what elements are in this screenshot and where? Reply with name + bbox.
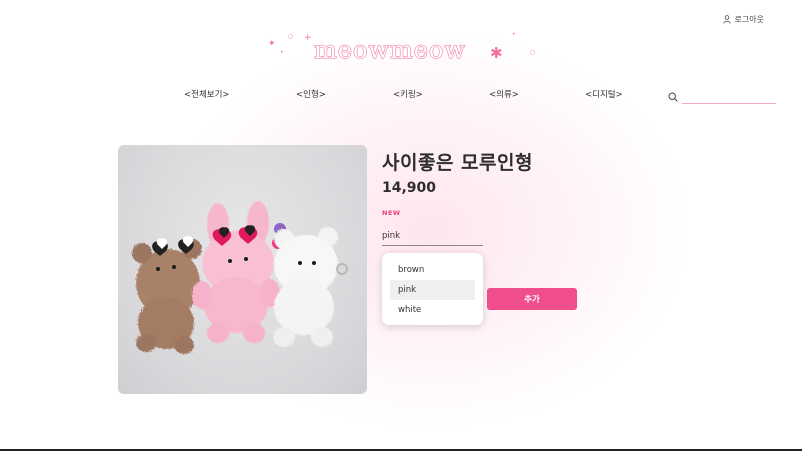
sparkle-icon: ✦ (268, 39, 276, 49)
add-button[interactable]: 추가 (487, 288, 577, 310)
logout-link[interactable]: 로그아웃 (722, 14, 764, 25)
nav-item-keyrings[interactable]: <키링> (393, 88, 423, 100)
sparkle-icon: ○ (288, 33, 294, 40)
option-white[interactable]: white (390, 300, 475, 320)
nav-item-dolls[interactable]: <인형> (296, 88, 326, 100)
option-pink[interactable]: pink (390, 280, 475, 300)
sparkle-icon: + (304, 33, 312, 43)
option-brown[interactable]: brown (390, 260, 475, 280)
logout-label: 로그아웃 (734, 15, 764, 24)
site-logo[interactable]: ✦ • ○ + meowmeow ✱ • ○ (250, 30, 550, 70)
page: 로그아웃 ✦ • ○ + meowmeow ✱ • ○ <전체보기> <인형> … (0, 0, 802, 451)
nav-item-clothing[interactable]: <의류> (489, 88, 519, 100)
nav-item-digital[interactable]: <디지털> (585, 88, 623, 100)
product-image (118, 145, 367, 394)
sparkle-icon: • (512, 31, 516, 38)
search-bar (668, 92, 778, 104)
product-price: 14,900 (382, 180, 437, 196)
option-select[interactable]: pink (382, 228, 483, 246)
search-icon[interactable] (668, 92, 678, 102)
sparkle-icon: ✱ (490, 44, 503, 62)
option-dropdown: brown pink white (382, 253, 483, 325)
sparkle-icon: ○ (530, 49, 536, 56)
bear-plush-trio-image (132, 201, 348, 354)
logo-text: meowmeow (314, 36, 466, 65)
user-icon (722, 15, 731, 24)
search-input[interactable] (682, 92, 776, 104)
product-title: 사이좋은 모루인형 (382, 152, 533, 174)
nav-item-all[interactable]: <전체보기> (184, 88, 230, 100)
new-badge: NEW (382, 209, 401, 217)
sparkle-icon: • (280, 49, 284, 56)
